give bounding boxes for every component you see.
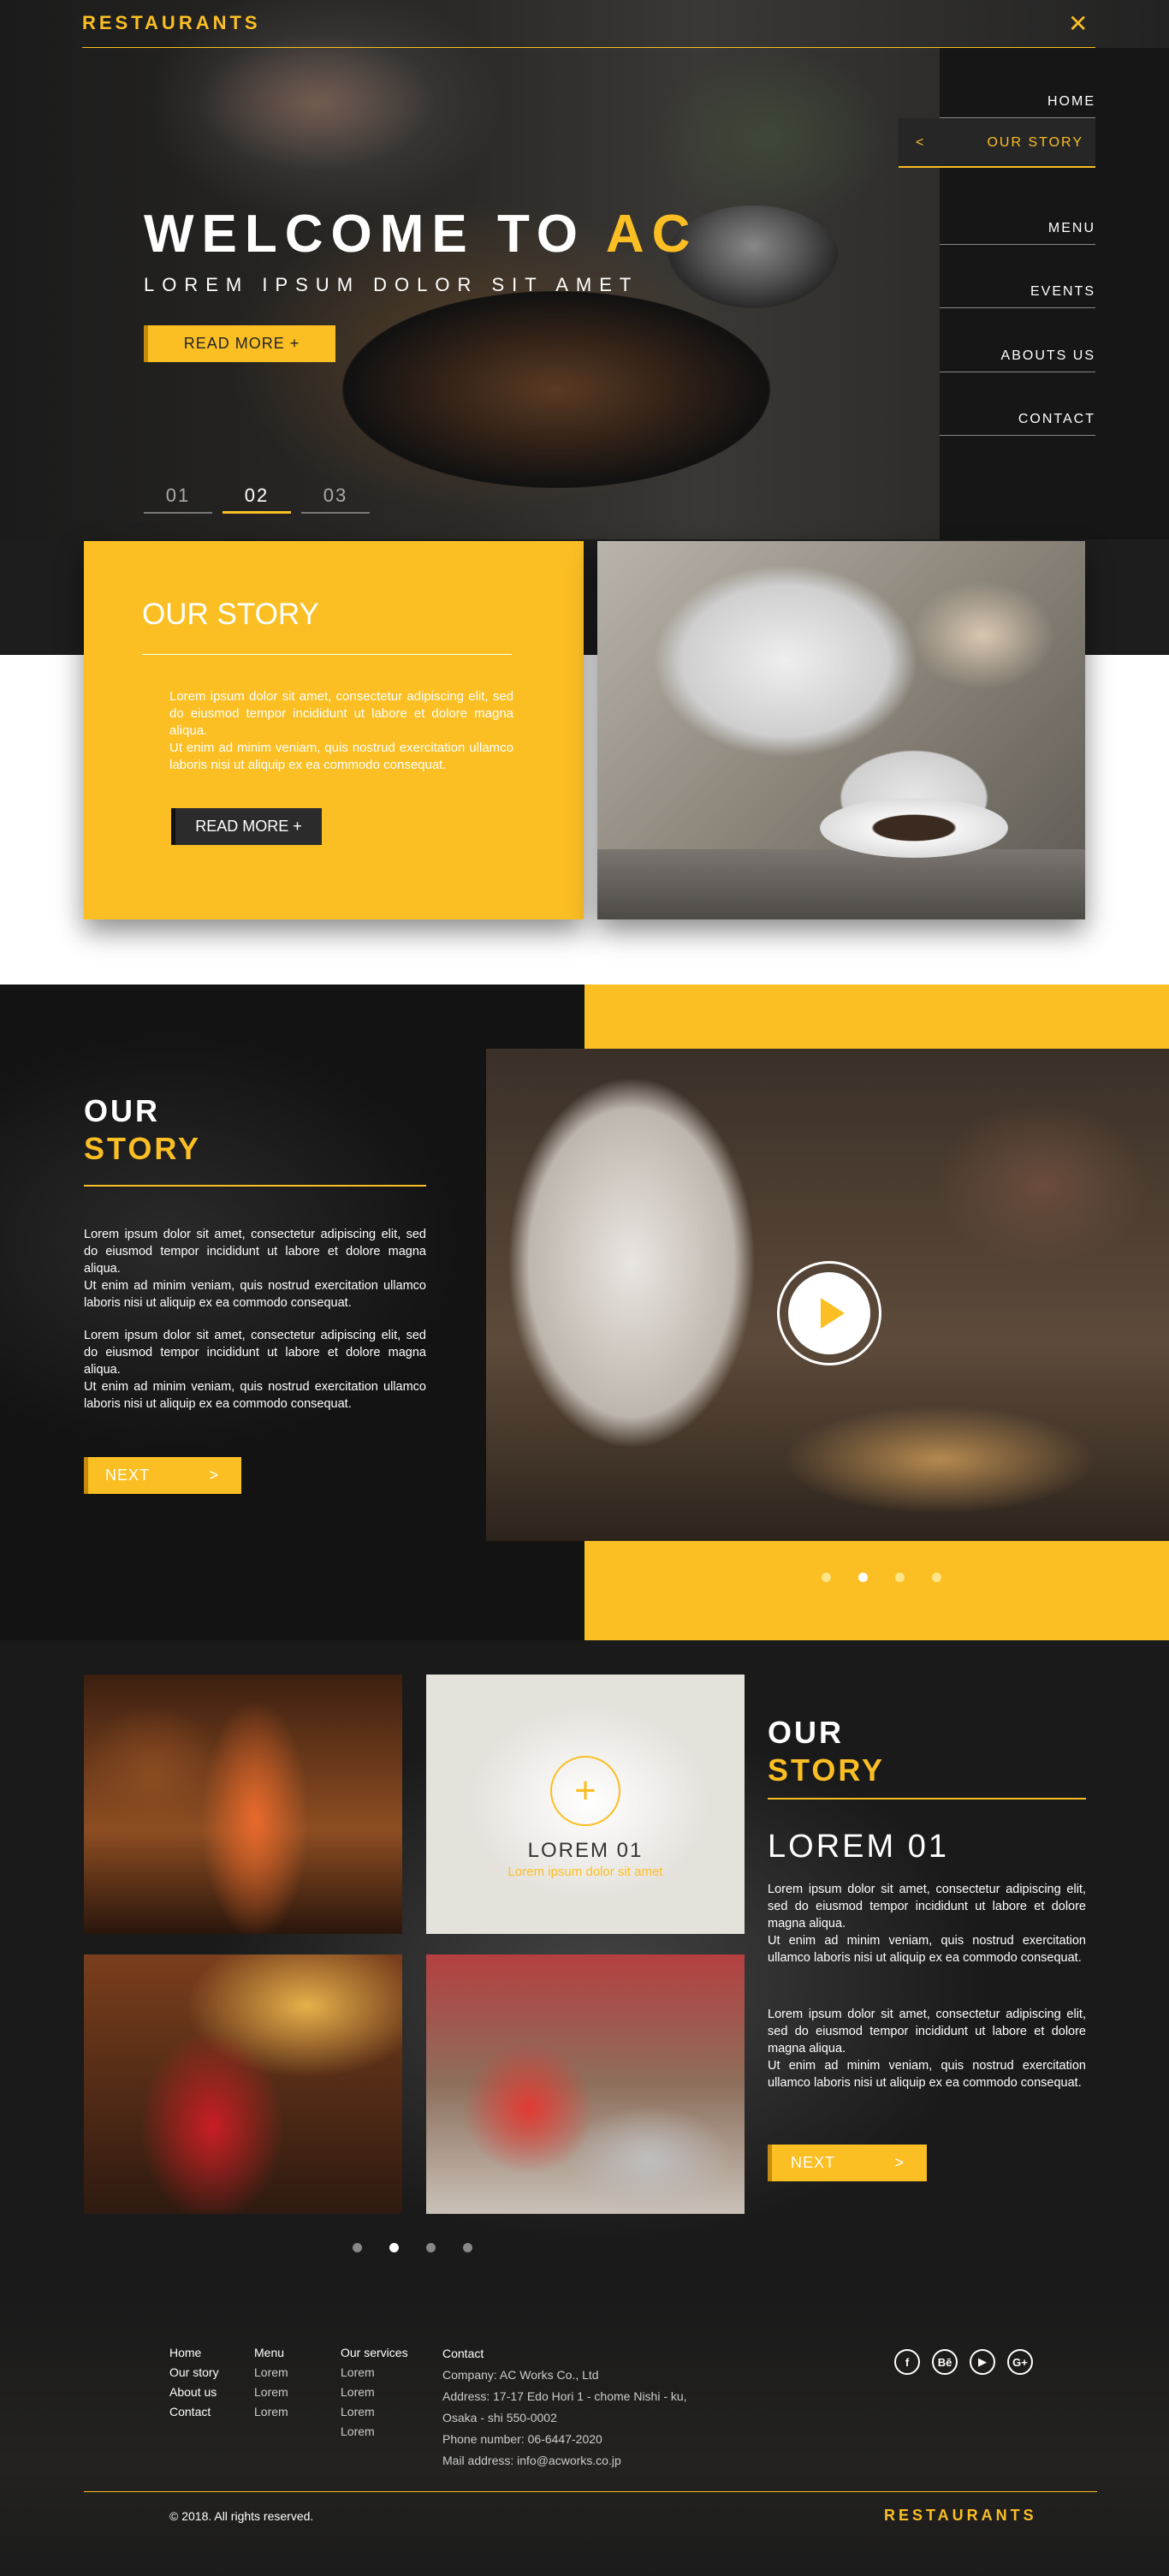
slide-number-01[interactable]: 01 [144,485,212,514]
gallery-tile-caption: LOREM 01 [527,1839,644,1862]
social-links: f Bē ▶ G+ [894,2349,1033,2375]
footer-brand-logo[interactable]: RESTAURANTS [884,2507,1037,2525]
carousel-dot[interactable] [822,1573,831,1582]
footer-divider [84,2491,1097,2492]
footer-contact-info: Contact Company: AC Works Co., Ltd Addre… [442,2343,687,2472]
chevron-right-icon: > [894,2154,905,2171]
nav-item-our-story[interactable]: < OUR STORY [899,118,1095,168]
hero-pan [342,291,770,488]
story3-paragraph-1: Lorem ipsum dolor sit amet, consectetur … [768,1883,1086,1965]
nav-item-about-us[interactable]: ABOUTS US [940,348,1095,372]
slide-number-02[interactable]: 02 [223,485,291,514]
footer-link-our-story[interactable]: Our story [169,2363,219,2383]
chevron-left-icon: < [916,135,926,150]
story3-divider [768,1798,1086,1800]
hero-chef-hand [197,34,436,171]
story3-title-line2: STORY [768,1752,886,1788]
slide-number-03[interactable]: 03 [301,485,370,514]
carousel-dot-active[interactable] [389,2243,399,2252]
story2-title-line2: STORY [84,1131,202,1166]
carousel-dot[interactable] [463,2243,472,2252]
behance-icon[interactable]: Bē [932,2349,958,2375]
footer-menu-link[interactable]: Lorem [254,2363,288,2383]
play-button[interactable] [777,1261,881,1365]
footer-mail[interactable]: Mail address: info@acworks.co.jp [442,2450,687,2472]
footer-address-line2: Osaka - shi 550-0002 [442,2411,557,2424]
footer-services-column: Our services Lorem Lorem Lorem Lorem [341,2343,408,2442]
carousel-dot[interactable] [895,1573,905,1582]
story1-title: OUR STORY [142,598,319,631]
story2-paragraph-1: Lorem ipsum dolor sit amet, consectetur … [84,1228,426,1310]
carousel-dot[interactable] [932,1573,941,1582]
footer-link-contact[interactable]: Contact [169,2402,219,2422]
story2-next-button[interactable]: NEXT > [84,1457,241,1494]
story3-heading: LOREM 01 [768,1829,949,1865]
footer-links-main: Home Our story About us Contact [169,2343,219,2422]
close-icon[interactable]: ✕ [1068,12,1088,36]
story3-title: OUR STORY [768,1714,885,1789]
hero-title: WELCOME TO AC [144,204,697,265]
kitchen-counter [597,849,1085,919]
story2-carousel-dots [822,1573,941,1582]
footer-link-home[interactable]: Home [169,2343,219,2363]
gallery-photo-bar[interactable] [84,1675,402,1934]
footer-services-link[interactable]: Lorem [341,2363,408,2383]
food-plate [820,798,1008,858]
carousel-dot-active[interactable] [858,1573,868,1582]
story2-video-player[interactable] [486,1049,1169,1541]
nav-item-contact[interactable]: CONTACT [940,412,1095,436]
story1-chef-plating-photo [597,541,1085,919]
footer-link-about-us[interactable]: About us [169,2383,219,2402]
footer-services-link[interactable]: Lorem [341,2422,408,2442]
hero-subtitle: LOREM IPSUM DOLOR SIT AMET [144,274,639,295]
gallery-photo-kitchen-staff[interactable] [426,1954,745,2214]
story3-carousel-dots [353,2243,472,2252]
footer-company: Company: AC Works Co., Ltd [442,2368,599,2382]
footer-services-link[interactable]: Lorem [341,2402,408,2422]
youtube-icon[interactable]: ▶ [970,2349,995,2375]
facebook-icon[interactable]: f [894,2349,920,2375]
carousel-dot[interactable] [426,2243,436,2252]
hero-read-more-button[interactable]: READ MORE + [144,325,335,362]
hero-title-accent: AC [605,205,698,264]
side-navigation: HOME < OUR STORY MENU EVENTS ABOUTS US CO… [899,48,1169,539]
google-plus-icon[interactable]: G+ [1007,2349,1033,2375]
story1-read-more-button[interactable]: READ MORE + [171,808,322,845]
footer-services-link[interactable]: Lorem [341,2383,408,2402]
hero-title-white: WELCOME TO [144,205,606,264]
footer-menu-column: Menu Lorem Lorem Lorem [254,2343,288,2422]
story2-title: OUR STORY [84,1092,201,1168]
story3-next-button[interactable]: NEXT > [768,2145,927,2181]
footer-menu-heading[interactable]: Menu [254,2343,288,2363]
gallery-tile-subtitle: Lorem ipsum dolor sit amet [507,1865,663,1879]
nav-item-menu[interactable]: MENU [940,221,1095,245]
story3-paragraph-2: Lorem ipsum dolor sit amet, consectetur … [768,2008,1086,2090]
footer-menu-link[interactable]: Lorem [254,2402,288,2422]
gallery-photo-dining[interactable] [84,1954,402,2214]
story1-divider [142,654,512,655]
story3-title-line1: OUR [768,1715,844,1750]
footer-menu-link[interactable]: Lorem [254,2383,288,2402]
hero-slide-indicator: 01 02 03 [144,485,370,519]
story2-paragraph-2: Lorem ipsum dolor sit amet, consectetur … [84,1329,426,1411]
play-icon [821,1298,845,1329]
plus-icon[interactable]: + [550,1756,620,1826]
story1-card: OUR STORY Lorem ipsum dolor sit amet, co… [84,541,584,919]
chevron-right-icon: > [209,1466,219,1484]
footer-phone: Phone number: 06-6447-2020 [442,2432,602,2446]
carousel-dot[interactable] [353,2243,362,2252]
nav-item-events[interactable]: EVENTS [940,284,1095,308]
copyright: © 2018. All rights reserved. [169,2509,314,2523]
brand-logo[interactable]: RESTAURANTS [82,12,261,34]
footer-contact-heading: Contact [442,2347,484,2360]
footer-services-heading[interactable]: Our services [341,2343,408,2363]
gallery-photo-kitchen-hover[interactable]: + LOREM 01 Lorem ipsum dolor sit amet [426,1675,745,1934]
story1-text: Lorem ipsum dolor sit amet, consectetur … [169,689,513,772]
story2-divider [84,1185,426,1187]
footer-address-line1: Address: 17-17 Edo Hori 1 - chome Nishi … [442,2389,687,2403]
nav-item-home[interactable]: HOME [940,94,1095,118]
story2-title-line1: OUR [84,1093,160,1128]
